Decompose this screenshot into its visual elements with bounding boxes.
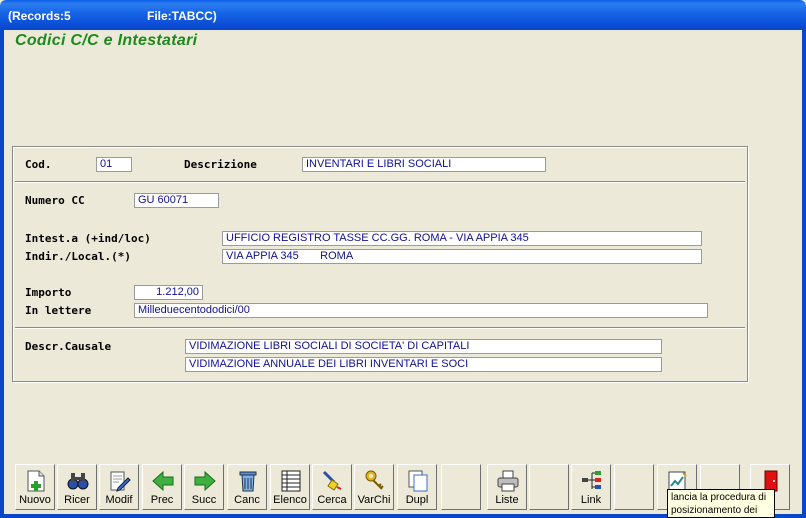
title-bar: (Records:5 File:TABCC) xyxy=(0,0,806,30)
intestatario-label: Intest.a (+ind/loc) xyxy=(25,232,151,245)
descrizione-label: Descrizione xyxy=(184,158,257,171)
empty-button[interactable] xyxy=(614,464,654,510)
in-lettere-label: In lettere xyxy=(25,304,92,317)
arrow-left-icon xyxy=(152,470,174,492)
dupl-label: Dupl xyxy=(405,494,429,506)
causale-line2-field[interactable]: VIDIMAZIONE ANNUALE DEI LIBRI INVENTARI … xyxy=(185,357,662,372)
new-document-icon xyxy=(27,470,45,492)
descrizione-field[interactable]: INVENTARI E LIBRI SOCIALI xyxy=(302,157,546,172)
arrow-right-icon xyxy=(194,470,216,492)
tooltip: lancia la procedura di posizionamento de… xyxy=(667,489,775,518)
broom-search-icon xyxy=(322,470,342,491)
network-icon xyxy=(582,471,601,489)
modif-label: Modif xyxy=(105,494,133,506)
succ-label: Succ xyxy=(191,494,217,506)
importo-label: Importo xyxy=(25,286,72,299)
causale-label: Descr.Causale xyxy=(25,340,112,353)
ricer-label: Ricer xyxy=(64,494,90,506)
canc-label: Canc xyxy=(234,494,260,506)
nuovo-label: Nuovo xyxy=(19,494,51,506)
elenco-button[interactable]: Elenco xyxy=(270,464,310,510)
printer-icon xyxy=(497,470,519,492)
trash-icon xyxy=(239,471,257,492)
numero-cc-label: Numero CC xyxy=(25,194,85,207)
succ-button[interactable]: Succ xyxy=(184,464,224,510)
link-button[interactable]: Link xyxy=(571,464,611,510)
edit-document-icon xyxy=(110,471,131,492)
window-frame: Codici C/C e Intestatari Cod. 01 Descriz… xyxy=(0,30,806,518)
cerca-button[interactable]: Cerca xyxy=(312,464,352,510)
duplicate-icon xyxy=(408,470,428,492)
cerca-label: Cerca xyxy=(317,494,347,506)
divider xyxy=(15,327,745,329)
cod-label: Cod. xyxy=(25,158,52,171)
ricer-button[interactable]: Ricer xyxy=(57,464,97,510)
file-name: File:TABCC) xyxy=(147,9,217,23)
nuovo-button[interactable]: Nuovo xyxy=(15,464,55,510)
binoculars-icon xyxy=(67,473,89,490)
empty-button[interactable] xyxy=(529,464,569,510)
link-label: Link xyxy=(580,494,602,506)
cod-field[interactable]: 01 xyxy=(96,157,132,172)
keys-icon xyxy=(365,470,384,490)
intestatario-field[interactable]: UFFICIO REGISTRO TASSE CC.GG. ROMA - VIA… xyxy=(222,231,702,246)
importo-field[interactable]: 1.212,00 xyxy=(134,285,203,300)
indirizzo-label: Indir./Local.(*) xyxy=(25,250,131,263)
elenco-label: Elenco xyxy=(273,494,307,506)
client-area: Codici C/C e Intestatari Cod. 01 Descriz… xyxy=(4,30,802,514)
varchi-label: VarChi xyxy=(357,494,391,506)
divider xyxy=(15,181,745,183)
prec-button[interactable]: Prec xyxy=(142,464,182,510)
page-title: Codici C/C e Intestatari xyxy=(15,32,198,49)
empty-button[interactable] xyxy=(441,464,481,510)
causale-line1-field[interactable]: VIDIMAZIONE LIBRI SOCIALI DI SOCIETA' DI… xyxy=(185,339,662,354)
records-count: (Records:5 xyxy=(8,9,71,23)
form-panel: Cod. 01 Descrizione INVENTARI E LIBRI SO… xyxy=(12,146,748,382)
liste-label: Liste xyxy=(495,494,519,506)
varchi-button[interactable]: VarChi xyxy=(354,464,394,510)
dupl-button[interactable]: Dupl xyxy=(397,464,437,510)
prec-label: Prec xyxy=(150,494,174,506)
liste-button[interactable]: Liste xyxy=(487,464,527,510)
numero-cc-field[interactable]: GU 60071 xyxy=(134,193,219,208)
list-icon xyxy=(281,470,301,492)
modif-button[interactable]: Modif xyxy=(99,464,139,510)
in-lettere-field[interactable]: Milleduecentododici/00 xyxy=(134,303,708,318)
indirizzo-field[interactable]: VIA APPIA 345 ROMA xyxy=(222,249,702,264)
canc-button[interactable]: Canc xyxy=(227,464,267,510)
